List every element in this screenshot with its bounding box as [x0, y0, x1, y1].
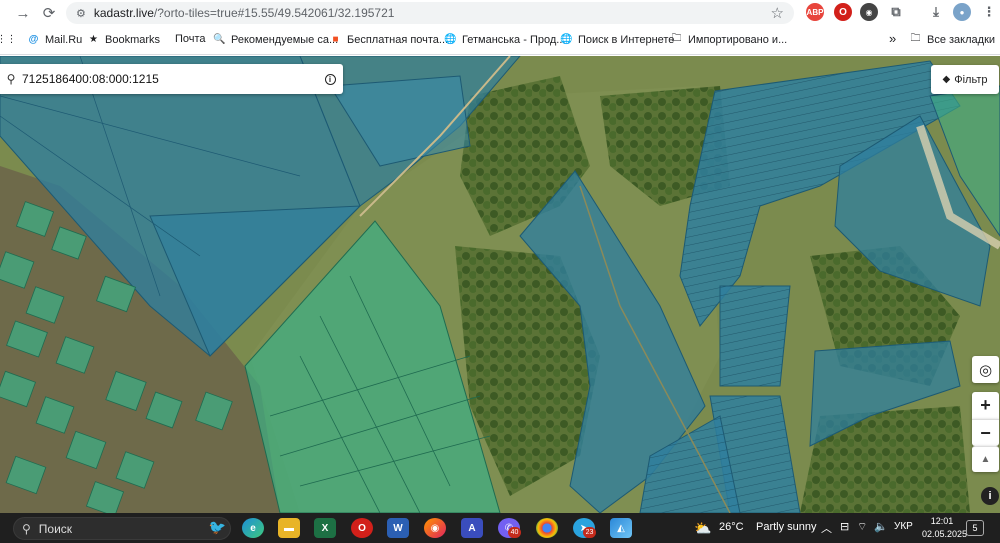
bookmark-mailru[interactable]: @ Mail.Ru [27, 33, 83, 46]
search-highlight-icon: 🐦 [208, 519, 226, 535]
map-canvas[interactable] [0, 56, 1000, 513]
url-text[interactable]: kadastr.live/?orto-tiles=true#15.55/49.5… [94, 6, 395, 20]
profile-avatar[interactable]: ● [953, 3, 971, 21]
wifi-icon[interactable]: ⌔ [857, 520, 867, 534]
minus-icon: − [980, 422, 991, 443]
viber-badge: 40 [508, 527, 521, 538]
photos-icon[interactable]: ◭ [610, 518, 632, 538]
geolocate-button[interactable]: ◎ [972, 356, 999, 383]
crosshair-icon: ◎ [978, 361, 993, 379]
bookmark-search[interactable]: 🌐 Поиск в Интернете [560, 33, 674, 46]
filter-button[interactable]: ◆ Фільтр [931, 65, 999, 94]
reload-icon: ⟳ [42, 5, 56, 22]
notification-center[interactable]: 5 [966, 520, 984, 536]
folder-icon: 🗀 [910, 33, 921, 44]
chrome-icon[interactable] [536, 518, 558, 538]
star-icon: ★ [89, 34, 98, 45]
layers-icon: ◆ [942, 74, 951, 85]
notification-count: 5 [972, 523, 978, 533]
all-bookmarks[interactable]: 🗀 Все закладки [909, 33, 996, 46]
plus-icon: + [980, 395, 991, 415]
taskbar-search[interactable]: ⚲ Поиск 🐦 [13, 517, 231, 540]
at-icon: @ [28, 34, 39, 45]
globe-icon: 🌐 [444, 34, 457, 45]
edge-icon[interactable]: e [242, 518, 264, 538]
file-explorer-icon[interactable]: ▬ [278, 518, 300, 538]
weather-text[interactable]: Partly sunny [756, 521, 817, 533]
bookmark-recommended[interactable]: 🔍 Рекомендуемые са... [213, 33, 338, 46]
excel-icon[interactable]: X [314, 518, 336, 538]
search-icon[interactable]: ⚲ [0, 72, 22, 86]
attribution-button[interactable]: i [981, 487, 999, 505]
star-icon[interactable]: ☆ [771, 4, 784, 22]
bookmark-bookmarks[interactable]: ★ Bookmarks [87, 33, 160, 46]
extension-icon[interactable]: ◉ [860, 3, 878, 21]
attribution-icon: i [988, 490, 992, 502]
globe-icon: 🌐 [560, 34, 573, 45]
filter-label: Фільтр [954, 73, 988, 86]
forward-button[interactable]: → [12, 2, 34, 24]
weather-temp[interactable]: 26°C [719, 521, 744, 533]
compass-button[interactable]: ▲ [972, 446, 999, 472]
weather-icon[interactable]: ⛅ [694, 520, 711, 537]
opera-icon[interactable]: O [351, 518, 373, 538]
zoom-in-button[interactable]: + [972, 392, 999, 419]
word-icon[interactable]: W [387, 518, 409, 538]
site-info-icon[interactable]: ⚙ [76, 7, 86, 20]
cadastral-search-panel: ⚲ 7125186400:08:000:1215 i [0, 64, 343, 94]
firefox-icon[interactable]: ◉ [424, 518, 446, 538]
windows-taskbar: ⚲ Поиск 🐦 e ▬ X O W ◉ A ✆ 40 ➤ 23 ◭ ⛅ 26… [0, 513, 1000, 543]
telegram-badge: 23 [583, 527, 596, 538]
language-indicator[interactable]: УКР [894, 521, 913, 532]
info-icon: i [324, 73, 336, 85]
apps-icon[interactable]: ⋮⋮ [0, 33, 18, 46]
cadastral-map[interactable] [0, 56, 1000, 513]
windows-icon: ■ [332, 34, 339, 45]
address-bar: → ⟳ ⚙ kadastr.live/?orto-tiles=true#15.5… [0, 0, 1000, 26]
chevron-up-icon[interactable]: ︿ [821, 520, 832, 536]
puzzle-icon[interactable]: ⧉ [887, 3, 905, 21]
volume-icon[interactable]: 🔈 [874, 520, 888, 533]
cadastral-number-input[interactable]: 7125186400:08:000:1215 [22, 72, 317, 86]
bookmark-free-mail[interactable]: ■ Бесплатная почта... [329, 33, 448, 46]
opera-extension-icon[interactable]: O [834, 3, 852, 21]
url-field[interactable]: ⚙ kadastr.live/?orto-tiles=true#15.55/49… [66, 2, 794, 24]
arrow-right-icon: → [15, 4, 31, 22]
menu-dots-icon[interactable]: ⋮ [980, 3, 998, 21]
search-label: Поиск [38, 521, 73, 536]
search-icon: ⚲ [22, 521, 31, 536]
bookmarks-more[interactable]: » [889, 31, 896, 46]
bookmark-imported[interactable]: 🗀 Импортировано и... [670, 33, 788, 46]
bookmark-pochta[interactable]: Почта [175, 33, 206, 45]
zoom-out-button[interactable]: − [972, 419, 999, 446]
clock-date: 02.05.2025 [922, 529, 968, 539]
bookmarks-bar: ⋮⋮ @ Mail.Ru ★ Bookmarks Почта 🔍 Рекомендуе… [0, 27, 1000, 55]
folder-icon: 🗀 [671, 33, 682, 44]
compass-icon: ▲ [980, 454, 991, 465]
reload-button[interactable]: ⟳ [38, 2, 60, 24]
info-button[interactable]: i [317, 66, 343, 92]
network-icon[interactable]: ⊟ [840, 520, 849, 533]
clock[interactable]: 12:01 02.05.2025 [922, 515, 968, 541]
download-icon[interactable]: ⤓ [927, 3, 945, 21]
search-icon: 🔍 [213, 34, 226, 45]
bookmark-hetmanska[interactable]: 🌐 Гетманська - Прод... [444, 33, 565, 46]
app-a-icon[interactable]: A [461, 518, 483, 538]
clock-time: 12:01 [930, 516, 954, 526]
adblock-extension-icon[interactable]: ABP [806, 3, 824, 21]
